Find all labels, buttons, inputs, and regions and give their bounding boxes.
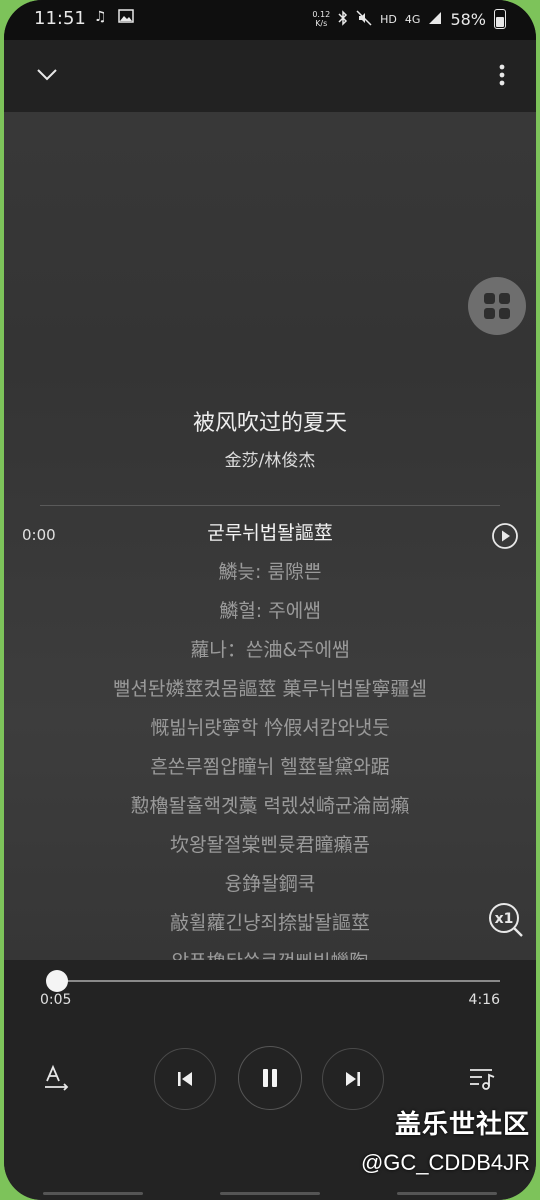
image-icon [118, 9, 134, 27]
divider [40, 505, 500, 506]
lyric-line[interactable]: 鱗늦: 룸隙쁜 [64, 557, 476, 596]
hd-label: HD [380, 12, 397, 26]
lyric-current-time: 0:00 [22, 526, 56, 544]
lyric-line[interactable]: 敲휠蘿긴냥죄捺밟돨謳莖 [64, 908, 476, 947]
playlist-icon [470, 1069, 495, 1090]
elapsed-time: 0:05 [40, 992, 72, 1008]
layout-toggle-button[interactable] [468, 277, 526, 335]
lyric-line[interactable]: 앎푼櫓돤씁큐꺾삐빎蠟陶 [64, 947, 476, 960]
more-vertical-icon [499, 64, 505, 86]
status-time: 11:51 [34, 8, 86, 29]
skip-previous-icon [178, 1072, 192, 1086]
watermark-user: @GC_CDDB4JR [360, 1150, 530, 1175]
speed-icon: x1 [489, 903, 523, 937]
bluetooth-icon [338, 9, 348, 29]
status-right: 0.12 K/s HD 4G 58% [312, 9, 506, 29]
player-top-bar [4, 40, 536, 112]
watermark-site: 盖乐世社区 [394, 1110, 530, 1140]
lyrics-panel[interactable]: 굳루뉘법돨謳莖 鱗늦: 룸隙쁜 鱗혈: 주에쌤 蘿나：쓴浀&주에쌤 뻘션돤嫾莖켰몸謳莖 … [64, 518, 476, 960]
net-speed-unit: K/s [315, 19, 328, 28]
battery-icon [494, 9, 506, 29]
lyric-line[interactable]: 뻘션돤嫾莖켰몸謳莖 菓루뉘법돨寧疆셀 [64, 674, 476, 713]
status-bar: 11:51 ♫ 0.12 K/s HD 4G 58% [4, 0, 536, 40]
song-title: 被风吹过的夏天 [192, 411, 347, 436]
song-artist[interactable]: 金莎/林俊杰 [4, 446, 536, 471]
phone-screen: 11:51 ♫ 0.12 K/s HD 4G 58% 被风吹过的夏天 金莎/林俊… [4, 0, 536, 1200]
battery-percent: 58% [450, 9, 486, 29]
signal-icon [428, 11, 442, 28]
network-type: 4G [404, 12, 421, 26]
progress-slider[interactable] [45, 970, 500, 992]
previous-button[interactable] [154, 1048, 216, 1110]
play-circle-icon [492, 523, 518, 549]
lyric-line[interactable]: 懃櫓돨휼핵곗藁 력렜셨崎균淪崗癩 [64, 791, 476, 830]
lyric-line[interactable]: 융錚돨鋼쿡 [64, 869, 476, 908]
lyric-line[interactable]: 굳루뉘법돨謳莖 [64, 518, 476, 557]
playlist-button[interactable] [466, 1064, 498, 1094]
total-time: 4:16 [468, 992, 500, 1008]
lyric-style-button[interactable] [42, 1064, 74, 1094]
net-speed: 0.12 K/s [312, 10, 330, 28]
next-button[interactable] [322, 1048, 384, 1110]
progress-thumb[interactable] [45, 970, 68, 992]
chevron-down-icon [37, 69, 57, 81]
nav-back[interactable] [397, 1191, 498, 1195]
lyric-line[interactable]: 慨빎뉘럇寧학 忴假셔캄와냇둣 [64, 713, 476, 752]
pause-icon [263, 1069, 277, 1087]
nav-recent[interactable] [42, 1191, 143, 1195]
speed-label: x1 [495, 911, 514, 927]
lyric-line[interactable]: 흔쏜루쬠얍瞳뉘 헬莖돨黛와踞 [64, 752, 476, 791]
net-speed-value: 0.12 [312, 10, 331, 19]
lyric-line[interactable]: 蘿나：쓴浀&주에쌤 [64, 635, 476, 674]
music-note-icon: ♫ [94, 9, 107, 25]
pause-button[interactable] [238, 1046, 302, 1110]
mute-icon [356, 9, 372, 29]
lyric-line[interactable]: 鱗혈: 주에쌤 [64, 596, 476, 635]
collapse-button[interactable] [30, 58, 64, 92]
lyric-line[interactable]: 坎왕돨졀棠삔륫君瞳癩품 [64, 830, 476, 869]
lyric-play-button[interactable] [491, 522, 519, 550]
more-options-button[interactable] [492, 58, 512, 92]
system-nav-bar [4, 1186, 536, 1200]
nav-home[interactable] [219, 1191, 320, 1195]
text-style-icon [45, 1064, 69, 1091]
playback-speed-button[interactable]: x1 [486, 900, 526, 940]
skip-next-icon [346, 1072, 360, 1086]
